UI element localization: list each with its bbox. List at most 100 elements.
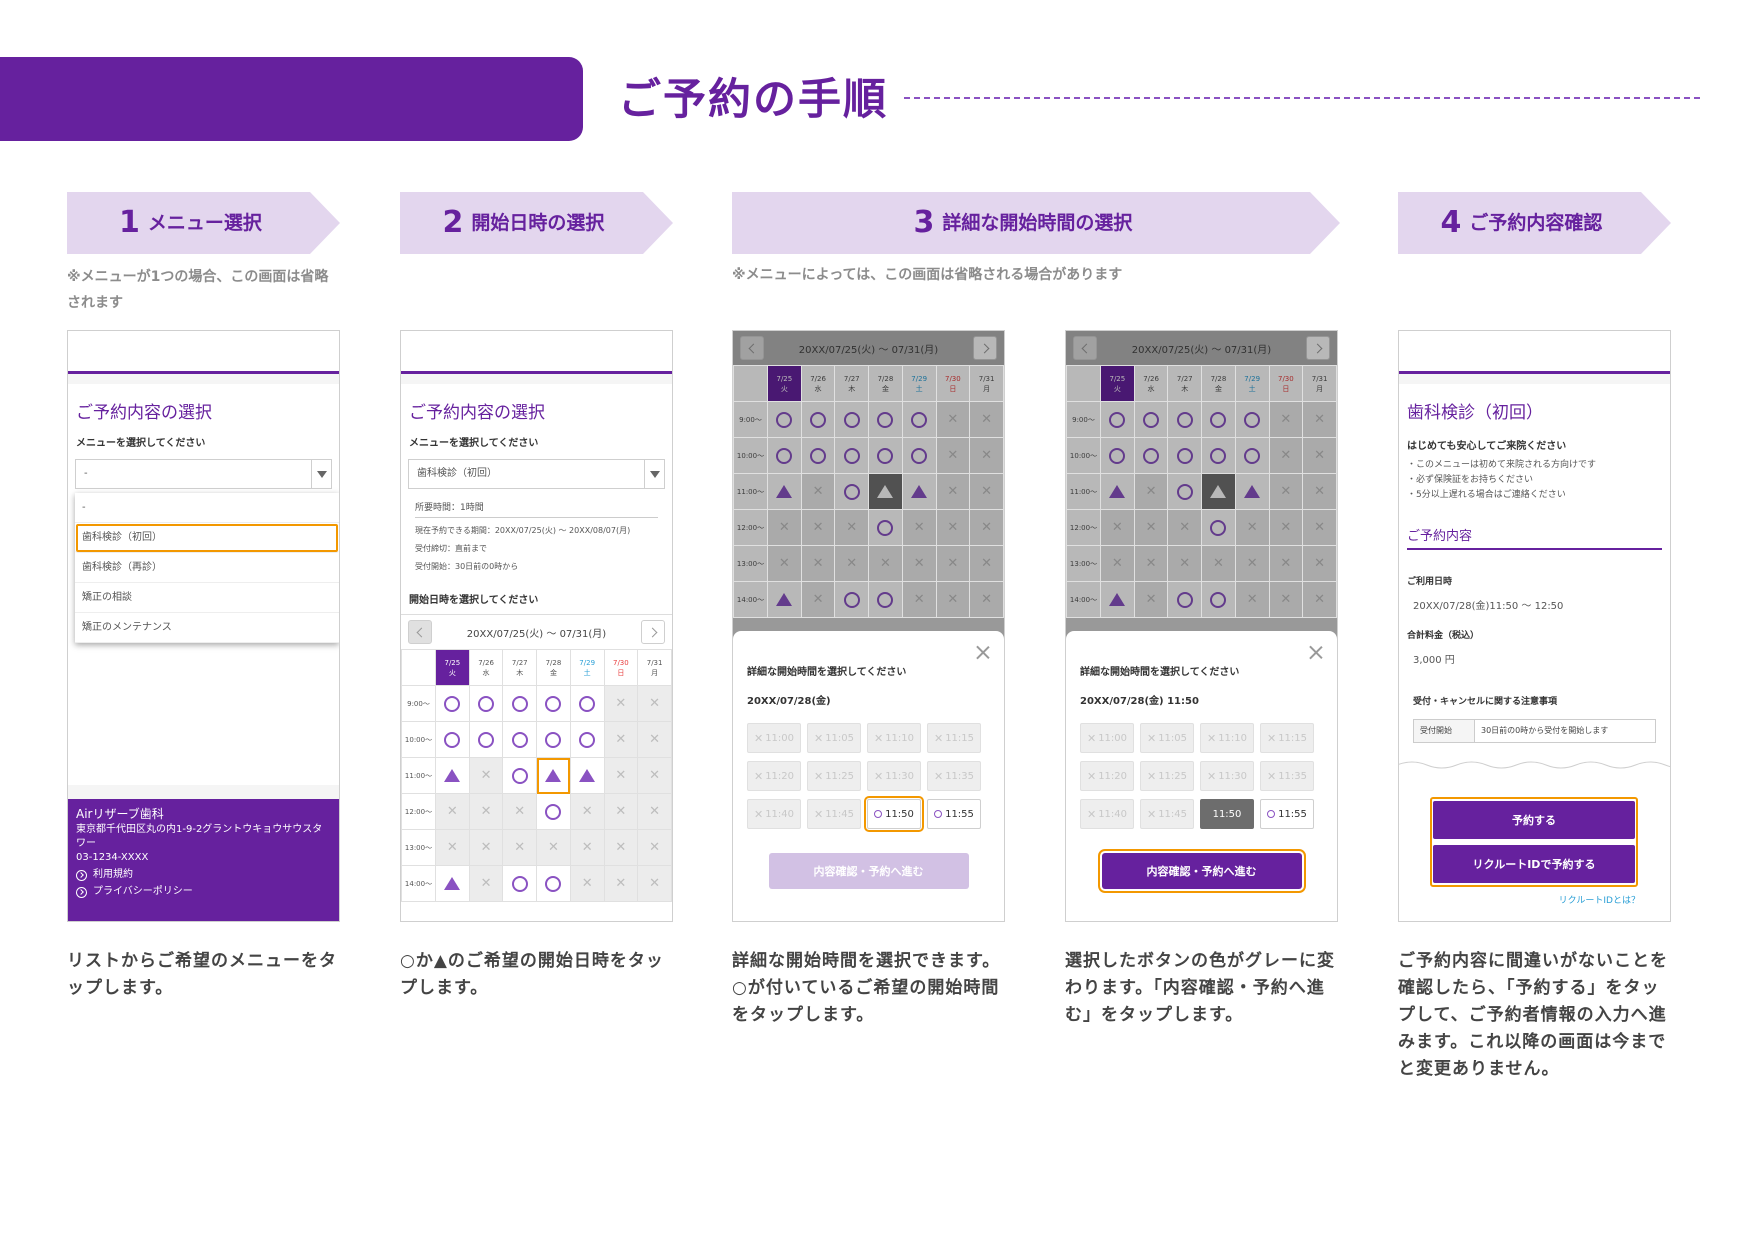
proceed-button[interactable]: 内容確認・予約へ進む [768,853,969,889]
limited-triangle-icon [877,485,894,498]
calendar-cell[interactable] [800,437,836,474]
calendar-nav: 20XX/07/25(火) 〜 07/31(月) [1066,331,1337,365]
calendar-cell[interactable] [1201,509,1236,546]
calendar-cell[interactable] [834,581,870,618]
calendar-cell[interactable] [868,581,903,618]
calendar-cell[interactable] [1133,401,1169,438]
calendar-cell[interactable] [569,721,605,758]
calendar-cell[interactable] [1201,401,1236,438]
calendar-cell[interactable] [536,865,571,902]
calendar-cell[interactable] [901,437,937,474]
unavailable-x-icon: ✕ [615,840,627,855]
calendar-cell[interactable] [1100,473,1135,510]
menu-option[interactable]: - [75,493,339,523]
calendar-cell[interactable] [468,685,504,722]
time-slot-label: 11:40 [1098,808,1128,820]
screen-time-selected: 20XX/07/25(火) 〜 07/31(月) 7/25 火 7/26 水 7/27 木… [1065,330,1338,922]
menu-select-value: 歯科検診（初回） [417,468,497,479]
calendar-cell[interactable] [767,581,802,618]
time-label: 13:00〜 [401,829,436,866]
time-slot: ✕ 11:15 [1260,723,1314,753]
calendar-cell[interactable] [1234,437,1270,474]
menu-select[interactable]: - [75,459,332,489]
calendar-cell[interactable] [536,685,571,722]
step-2-desc: ○か▲のご希望の開始日時をタップします。 [400,951,664,998]
close-icon[interactable] [976,645,990,659]
calendar-cell[interactable] [767,401,802,438]
close-icon[interactable] [1309,645,1323,659]
unavailable-x-icon: ✕ [1086,807,1097,821]
calendar-cell[interactable] [1167,437,1203,474]
calendar-cell[interactable] [536,793,571,830]
prev-week-button[interactable] [1073,336,1097,360]
calendar-cell[interactable] [435,685,470,722]
time-slot[interactable]: 11:50 [864,796,924,832]
calendar-cell[interactable] [468,721,504,758]
calendar-cell[interactable] [1133,437,1169,474]
calendar-cell[interactable] [536,721,571,758]
notice-value: 30日前の0時から受付を開始します [1475,719,1656,743]
calendar-cell[interactable] [868,401,903,438]
prev-week-button[interactable] [408,620,432,644]
calendar-cell[interactable] [767,437,802,474]
next-week-button[interactable] [973,336,997,360]
calendar-cell[interactable] [1100,581,1135,618]
next-week-button[interactable] [641,620,665,644]
terms-link[interactable]: 利用規約 [76,868,331,882]
calendar-cell[interactable] [868,509,903,546]
calendar-cell: ✕ [1268,473,1304,510]
calendar-cell[interactable] [1201,437,1236,474]
calendar-cell[interactable] [502,721,538,758]
time-slot[interactable]: 11:55 [1260,799,1314,829]
time-slot[interactable]: 11:55 [927,799,981,829]
recruit-id-link[interactable]: リクルートIDとは？ [1559,893,1640,906]
screen-heading: ご予約内容の選択 [409,403,545,423]
calendar-cell[interactable] [901,473,937,510]
unavailable-x-icon: ✕ [947,484,959,499]
menu-option[interactable]: 歯科検診（再診） [75,553,339,583]
calendar-cell[interactable] [569,685,605,722]
menu-select[interactable]: 歯科検診（初回） [408,459,665,489]
calendar-cell[interactable] [1167,581,1203,618]
calendar-cell[interactable] [435,865,470,902]
calendar-cell[interactable] [800,401,836,438]
calendar-cell[interactable] [1100,401,1135,438]
time-label: 9:00〜 [1066,401,1101,438]
calendar-cell: ✕ [536,829,571,866]
prev-week-button[interactable] [740,336,764,360]
available-circle-icon [1176,591,1193,608]
unavailable-x-icon: ✕ [1314,484,1326,499]
calendar-cell[interactable] [834,473,870,510]
calendar-cell[interactable] [435,757,470,794]
available-circle-icon [877,591,894,608]
calendar-cell[interactable] [1234,401,1270,438]
calendar-cell[interactable] [536,757,571,794]
calendar-cell[interactable] [1234,473,1270,510]
calendar-cell[interactable] [767,473,802,510]
menu-option[interactable]: 矯正のメンテナンス [75,613,339,643]
calendar-cell[interactable] [435,721,470,758]
calendar-cell[interactable] [834,401,870,438]
calendar-cell[interactable] [569,757,605,794]
time-label: 13:00〜 [733,545,768,582]
calendar-cell[interactable] [868,473,903,510]
calendar-cell[interactable] [502,865,538,902]
calendar-cell[interactable] [502,685,538,722]
time-slot[interactable]: 11:50 [1200,799,1254,829]
calendar-cell[interactable] [901,401,937,438]
menu-option[interactable]: 矯正の相談 [75,583,339,613]
calendar-cell[interactable] [868,437,903,474]
menu-option-highlighted[interactable]: 歯科検診（初回） [75,523,339,553]
calendar-cell[interactable] [1201,473,1236,510]
calendar-cell[interactable] [1167,473,1203,510]
calendar-cell[interactable] [1201,581,1236,618]
calendar-cell[interactable] [502,757,538,794]
screen-top-bar [401,331,672,374]
next-week-button[interactable] [1306,336,1330,360]
calendar-cell[interactable] [1100,437,1135,474]
calendar-cell[interactable] [834,437,870,474]
calendar-cell[interactable] [1167,401,1203,438]
privacy-link[interactable]: プライバシーポリシー [76,885,331,899]
proceed-button[interactable]: 内容確認・予約へ進む [1097,849,1306,893]
time-slots: ✕ 11:00 ✕ 11:05 ✕ 11:10 ✕ 11:15 ✕ 11:20 ✕ 11:25 ✕ 11:… [747,723,990,832]
